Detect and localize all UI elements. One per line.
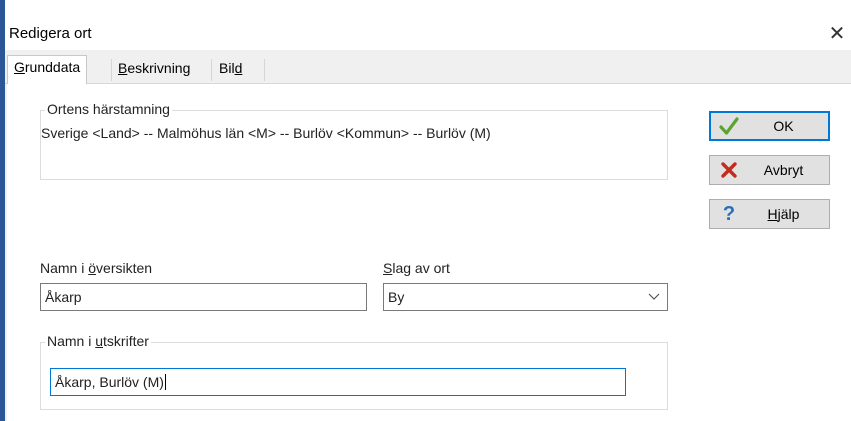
- tab-bild[interactable]: Bild: [213, 57, 249, 82]
- tab-label-mnemonic: d: [234, 60, 243, 76]
- tab-separator: [211, 59, 212, 81]
- print-name-legend: Namn i utskrifter: [45, 333, 151, 349]
- origin-path-text: Sverige <Land> -- Malmöhus län <M> -- Bu…: [41, 125, 491, 141]
- chevron-down-icon: [647, 284, 661, 310]
- place-type-value: By: [388, 289, 405, 305]
- cancel-button[interactable]: Avbryt: [709, 155, 830, 185]
- cancel-label: Avbryt: [763, 162, 804, 178]
- tab-label-pre: Bil: [219, 60, 235, 76]
- edit-place-dialog: Redigera ort ✕ Grunddata Beskrivning Bil…: [5, 0, 851, 421]
- checkmark-icon: [718, 114, 740, 138]
- place-type-select[interactable]: By: [383, 283, 668, 311]
- overview-name-input[interactable]: Åkarp: [40, 283, 367, 311]
- tab-separator: [264, 59, 265, 81]
- tab-label-mnemonic: B: [118, 60, 128, 76]
- print-name-input[interactable]: Åkarp, Burlöv (M): [50, 368, 626, 396]
- origin-legend: Ortens härstamning: [45, 101, 172, 117]
- text-caret: [164, 374, 166, 390]
- origin-group: [40, 110, 668, 180]
- red-x-icon: [718, 158, 740, 182]
- title-bar: Redigera ort ✕: [5, 0, 851, 50]
- overview-name-value: Åkarp: [45, 289, 82, 305]
- tab-panel-grunddata: Ortens härstamning Sverige <Land> -- Mal…: [7, 84, 851, 421]
- ok-button[interactable]: OK: [709, 111, 830, 141]
- tab-label-mnemonic: G: [14, 59, 25, 75]
- close-button[interactable]: ✕: [823, 20, 851, 48]
- print-name-value: Åkarp, Burlöv (M): [55, 374, 164, 390]
- overview-name-label: Namn i översikten: [40, 260, 153, 276]
- tab-grunddata[interactable]: Grunddata: [7, 55, 88, 84]
- tab-beskrivning[interactable]: Beskrivning: [112, 57, 197, 82]
- tab-label-post: eskrivning: [127, 60, 191, 76]
- close-icon: ✕: [828, 23, 846, 45]
- ok-label: OK: [773, 118, 794, 134]
- tab-label-post: runddata: [24, 59, 81, 75]
- help-button[interactable]: ? Hjälp: [709, 199, 830, 229]
- help-label: Hjälp: [767, 206, 800, 222]
- window-title: Redigera ort: [9, 25, 92, 42]
- question-mark-icon: ?: [722, 203, 736, 225]
- place-type-label: Slag av ort: [383, 260, 450, 276]
